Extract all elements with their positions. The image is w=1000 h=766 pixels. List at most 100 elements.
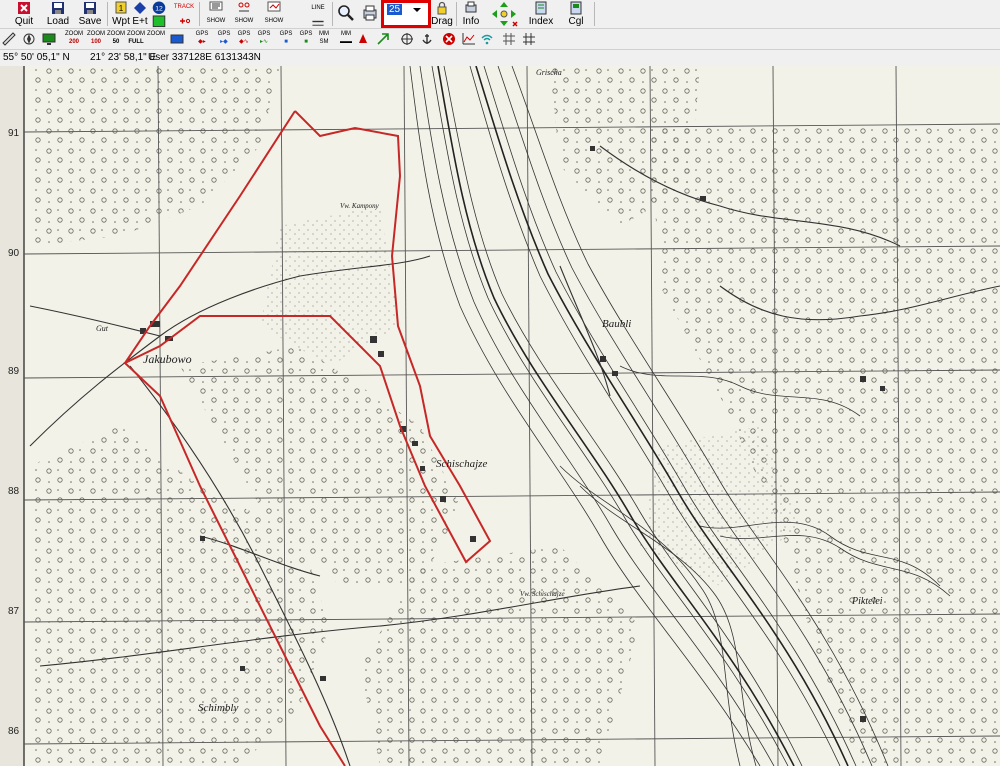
mm-button[interactable]: MM ▬▬ (336, 30, 356, 48)
info-printer-icon (465, 1, 477, 13)
track-button[interactable]: TRACK (172, 0, 196, 28)
grid-icon (503, 33, 515, 45)
grid-button[interactable] (502, 30, 518, 48)
search-button[interactable] (336, 0, 356, 28)
waypoint-flag-icon: 1 (115, 1, 127, 14)
measure-button[interactable] (2, 30, 18, 48)
line-label: LINE (311, 5, 325, 11)
secondary-toolbar: ZOOM 200 ZOOM 100 ZOOM 50 ZOOM FULL ZOOM GPS… (0, 29, 1000, 50)
info-label: Info (462, 16, 480, 27)
show-routes-button[interactable]: SHOW (232, 0, 256, 28)
gps-button-4[interactable]: GPS ▸∿ (254, 30, 274, 48)
grid-label-90: 90 (8, 248, 20, 259)
gps-monitor-icon (170, 34, 184, 44)
circle-number-icon: 12 (152, 1, 166, 15)
sm-button[interactable]: MM SM (314, 30, 334, 48)
svg-text:12: 12 (155, 6, 163, 13)
siren-button[interactable] (356, 30, 372, 48)
profile-button[interactable] (462, 30, 478, 48)
printer-icon (363, 5, 377, 21)
separator (199, 2, 200, 26)
zoom-select[interactable]: 25 (381, 0, 431, 28)
wifi-icon (481, 34, 493, 45)
gps-button-5[interactable]: GPS ■ (276, 30, 296, 48)
track-label: TRACK (173, 4, 195, 10)
load-icon (52, 2, 64, 14)
compass-icon (23, 33, 35, 45)
target-icon (401, 33, 413, 45)
show-label-3: SHOW (264, 18, 284, 24)
index-label: Index (528, 16, 554, 27)
stop-button[interactable] (442, 30, 458, 48)
route-nodes-icon (238, 2, 250, 12)
save-label: Save (78, 16, 102, 27)
waypoint-label: Wpt (112, 16, 130, 27)
zoom-200-button[interactable]: ZOOM 200 (64, 30, 84, 48)
gps-button-3[interactable]: GPS ◆∿ (234, 30, 254, 48)
topographic-map-view[interactable]: 91 90 89 88 87 86 Jakubowo Schischajze B… (0, 66, 1000, 766)
target-button[interactable] (400, 30, 416, 48)
info-button[interactable]: Info (460, 0, 482, 28)
zoom-50-button[interactable]: ZOOM 50 (106, 30, 126, 48)
save-button[interactable]: Save (76, 0, 104, 28)
pan-arrows-icon (492, 2, 518, 27)
load-label: Load (46, 16, 70, 27)
zoom-custom-button[interactable]: ZOOM (146, 30, 166, 48)
monitor-icon (42, 33, 56, 45)
edit-track-button[interactable]: E+t (131, 0, 149, 28)
gps-monitor-button[interactable] (170, 30, 186, 48)
drag-button[interactable]: Drag (430, 0, 454, 28)
separator (332, 2, 333, 26)
place-schischajze: Schischajze (436, 458, 488, 470)
gps-button-1[interactable]: GPS ◆▸ (192, 30, 212, 48)
zoom-100-button[interactable]: ZOOM 100 (86, 30, 106, 48)
zoom-full-button[interactable]: ZOOM FULL (126, 30, 146, 48)
place-grischa: Grischa (536, 68, 562, 77)
gps-button-6[interactable]: GPS ■ (296, 30, 316, 48)
list-icon (209, 1, 223, 11)
chevron-down-icon (413, 8, 421, 12)
route-number-button[interactable]: 12 (150, 0, 168, 28)
hash-icon (523, 33, 535, 45)
cgl-button[interactable]: Cgl (562, 0, 590, 28)
load-button[interactable]: Load (44, 0, 72, 28)
hash-grid-button[interactable] (522, 30, 538, 48)
signal-button[interactable] (480, 30, 496, 48)
gps-button-2[interactable]: GPS ▸◆ (214, 30, 234, 48)
map-display-button[interactable] (42, 30, 58, 48)
separator (594, 2, 595, 26)
diamond-icon (134, 2, 146, 14)
edit-track-label: E+t (132, 16, 148, 27)
latitude-readout: 55° 50' 05,1" N (3, 52, 70, 63)
grid-label-87: 87 (8, 606, 20, 617)
print-button[interactable] (360, 0, 380, 28)
show-waypoints-button[interactable]: SHOW (204, 0, 228, 28)
show-tracks-button[interactable]: SHOW (262, 0, 286, 28)
grid-label-88: 88 (8, 486, 20, 497)
place-jakubowo: Jakubowo (143, 352, 192, 366)
quit-button[interactable]: Quit (12, 0, 36, 28)
anchor-button[interactable] (420, 30, 436, 48)
pan-arrows-button[interactable] (486, 0, 522, 28)
separator (456, 2, 457, 26)
profile-chart-icon (462, 33, 475, 45)
grid-label-89: 89 (8, 366, 20, 377)
line-button[interactable]: LINE (306, 0, 330, 28)
place-baubli: Baubli (602, 318, 632, 330)
coordinate-status-bar: 55° 50' 05,1" N 21° 23' 58,1" E User 337… (0, 50, 1000, 65)
cgl-icon (570, 1, 582, 15)
arrow-button[interactable] (376, 30, 392, 48)
longitude-readout: 21° 23' 58,1" E (90, 52, 157, 63)
main-toolbar: Quit Load Save 1 Wpt E+t 12 TRACK SHOW S… (0, 0, 1000, 29)
quit-icon (18, 2, 30, 14)
compass-button[interactable] (22, 30, 38, 48)
place-gut: Gut (96, 324, 108, 333)
track-points-icon (180, 18, 191, 24)
ruler-icon (2, 32, 16, 46)
waypoint-button[interactable]: 1 Wpt (112, 0, 130, 28)
zoom-value: 25 (387, 4, 403, 15)
index-button[interactable]: Index (526, 0, 556, 28)
magnifier-icon (338, 5, 354, 21)
show-label-1: SHOW (206, 18, 226, 24)
place-vw-kampony: Vw. Kampony (340, 202, 379, 210)
